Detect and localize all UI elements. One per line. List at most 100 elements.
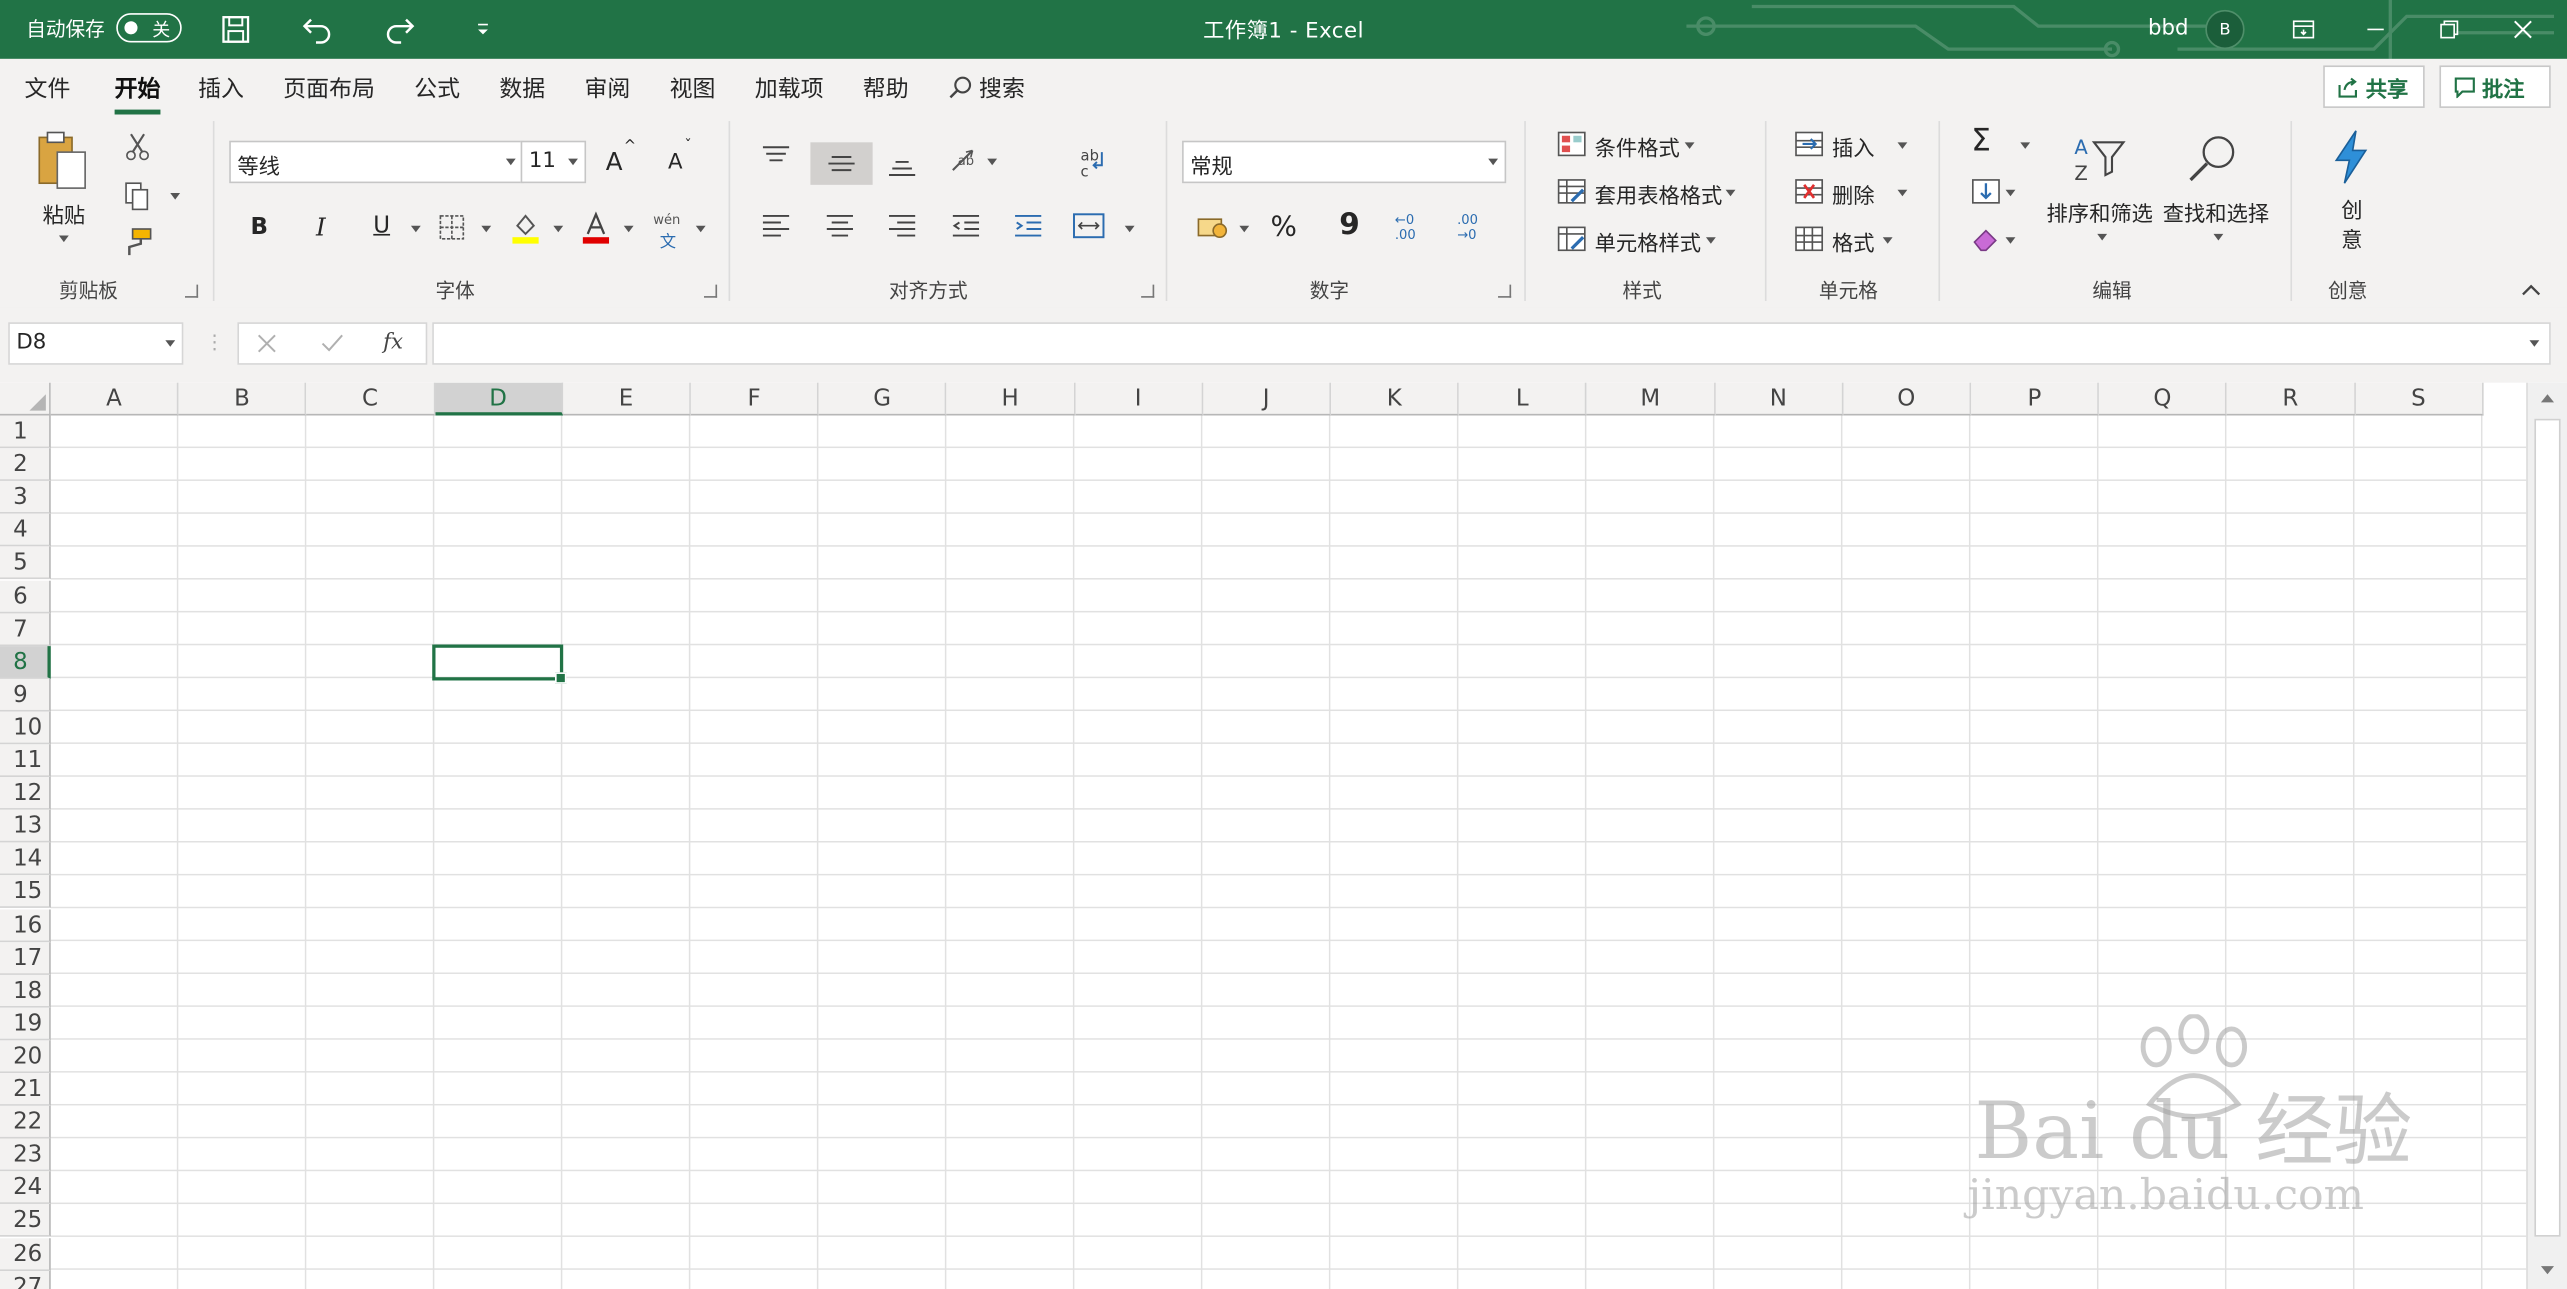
fill-icon[interactable] [1971,177,2000,206]
creative-lightning-icon[interactable] [2328,128,2374,187]
collapse-ribbon-icon[interactable] [2518,280,2544,300]
grow-font-button[interactable]: A [606,147,623,176]
column-header[interactable]: J [1203,382,1332,416]
fill-color-dropdown-icon[interactable] [553,225,564,233]
phonetic-dropdown-icon[interactable] [695,225,706,233]
tab-page-layout[interactable]: 页面布局 [283,72,375,105]
align-bottom-icon[interactable] [886,154,919,180]
percent-style-button[interactable]: % [1270,211,1296,244]
row-header[interactable]: 8 [0,645,51,679]
column-header[interactable]: N [1715,382,1844,416]
delete-dropdown-icon[interactable] [1897,189,1908,197]
tab-view[interactable]: 视图 [670,72,716,105]
insert-cells-icon[interactable] [1794,129,1824,158]
comments-button[interactable]: 批注 [2439,65,2551,108]
column-header[interactable]: F [690,382,819,416]
alignment-launcher-icon[interactable] [1141,284,1155,298]
clipboard-launcher-icon[interactable] [185,284,199,298]
font-color-dropdown-icon[interactable] [623,225,634,233]
row-header[interactable]: 9 [0,678,51,712]
cancel-entry-icon[interactable] [255,332,278,355]
row-header[interactable]: 25 [0,1204,51,1238]
column-header[interactable]: C [306,382,435,416]
copy-dropdown-icon[interactable] [170,193,181,200]
conditional-dropdown-icon[interactable] [1684,142,1695,149]
row-header[interactable]: 15 [0,875,51,909]
row-header[interactable]: 6 [0,579,51,613]
creative-label-1[interactable]: 创 [2341,193,2362,225]
copy-icon[interactable] [121,180,154,213]
row-header[interactable]: 27 [0,1270,51,1289]
merge-dropdown-icon[interactable] [1124,225,1135,233]
minimize-icon[interactable] [2356,10,2395,49]
row-header[interactable]: 21 [0,1073,51,1106]
tab-file[interactable]: 文件 [25,72,71,105]
tab-review[interactable]: 审阅 [584,72,630,105]
column-header[interactable]: O [1843,382,1972,416]
column-header[interactable]: L [1459,382,1588,416]
accounting-dropdown-icon[interactable] [1239,225,1250,233]
orientation-icon[interactable]: ab [950,144,986,177]
conditional-formatting-label[interactable]: 条件格式 [1595,131,1680,162]
align-left-icon[interactable] [760,213,793,239]
decrease-indent-icon[interactable] [950,213,983,239]
active-cell[interactable] [432,644,567,684]
shrink-font-button[interactable]: A [668,150,683,175]
avatar[interactable]: B [2205,9,2245,50]
column-header[interactable]: M [1587,382,1716,416]
column-header[interactable]: H [946,382,1075,416]
row-header[interactable]: 13 [0,810,51,843]
cell-styles-icon[interactable] [1557,224,1586,253]
tab-formulas[interactable]: 公式 [414,72,460,105]
borders-dropdown-icon[interactable] [481,225,492,233]
paste-dropdown-icon[interactable] [58,235,69,243]
insert-cells-label[interactable]: 插入 [1832,131,1875,162]
font-size-combo[interactable]: 11 [520,140,587,184]
italic-button[interactable]: I [316,213,326,242]
paste-icon[interactable] [33,128,92,193]
fill-handle[interactable] [555,672,567,684]
borders-icon[interactable] [437,213,466,242]
scroll-down-icon[interactable] [2538,1263,2558,1279]
align-top-icon[interactable] [760,144,793,170]
fill-color-icon[interactable] [509,209,542,245]
format-cells-icon[interactable] [1794,224,1824,253]
ribbon-display-options-icon[interactable] [2284,10,2323,49]
column-header[interactable]: D [434,382,563,416]
tab-home[interactable]: 开始 [114,72,161,115]
row-header[interactable]: 22 [0,1105,51,1139]
accounting-format-icon[interactable] [1195,213,1231,242]
row-header[interactable]: 1 [0,415,51,449]
cell-styles-label[interactable]: 单元格样式 [1595,226,1701,257]
table-dropdown-icon[interactable] [1725,189,1736,197]
paste-label[interactable]: 粘贴 [43,198,86,229]
row-header[interactable]: 7 [0,612,51,646]
scrollbar-thumb[interactable] [2534,418,2561,1237]
row-header[interactable]: 24 [0,1171,51,1205]
orientation-dropdown-icon[interactable] [987,158,998,166]
scroll-up-icon[interactable] [2538,389,2558,405]
search-label[interactable]: 搜索 [979,72,1025,105]
column-header[interactable]: G [818,382,947,416]
formula-input[interactable] [432,322,2551,365]
delete-cells-label[interactable]: 删除 [1832,178,1875,210]
increase-decimal-button[interactable]: ←0 .00 [1395,213,1431,242]
row-header[interactable]: 12 [0,777,51,810]
comma-style-button[interactable]: 9 [1339,208,1360,242]
format-as-table-icon[interactable] [1557,177,1586,206]
sort-filter-icon[interactable]: AZ [2069,131,2128,187]
phonetic-guide-top[interactable]: wén [653,213,680,228]
column-header[interactable]: E [562,382,691,416]
expand-formula-bar-icon[interactable] [2529,340,2540,347]
align-center-icon[interactable] [824,213,857,239]
name-box[interactable]: D8 [8,322,184,365]
column-header[interactable]: B [178,382,307,416]
row-header[interactable]: 20 [0,1040,51,1073]
font-color-icon[interactable] [580,209,613,245]
column-header[interactable]: I [1074,382,1203,416]
column-header[interactable]: A [50,382,179,416]
column-header[interactable]: Q [2099,382,2228,416]
user-name[interactable]: bbd [2148,16,2189,41]
clear-icon[interactable] [1971,224,2000,253]
name-box-dropdown-icon[interactable] [165,340,176,347]
